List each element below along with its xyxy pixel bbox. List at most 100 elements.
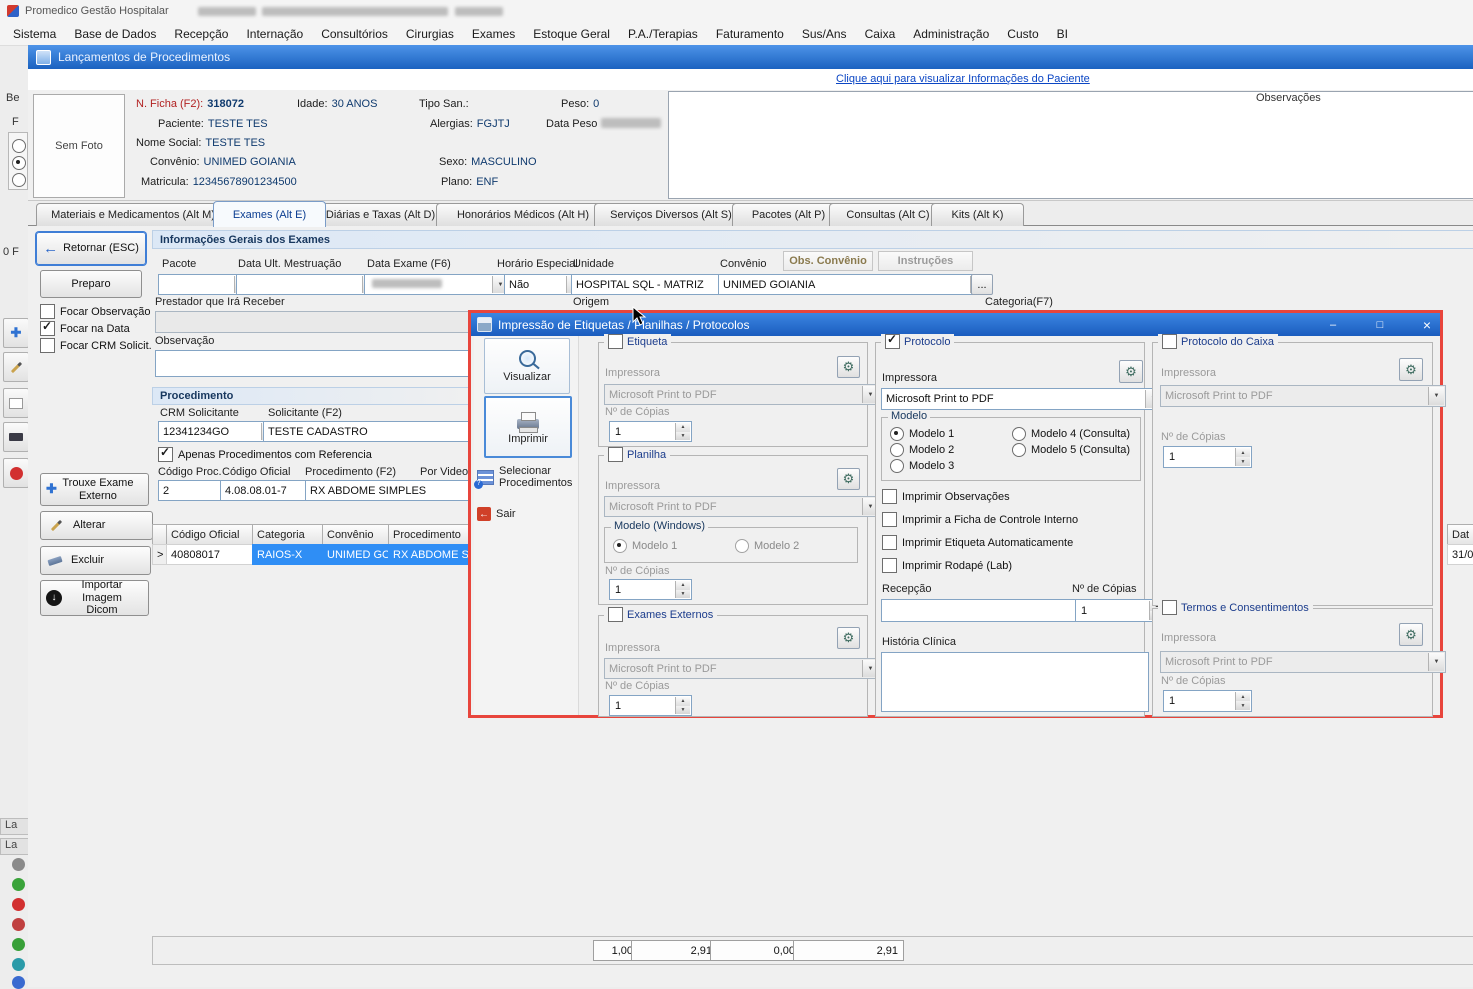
- termos-printer-settings-button[interactable]: [1399, 623, 1423, 646]
- toolbar-edit-icon[interactable]: [3, 352, 29, 382]
- exames-externos-group-title[interactable]: Exames Externos: [604, 607, 717, 622]
- menu-item-sistema[interactable]: Sistema: [4, 24, 65, 44]
- codigo-oficial-field[interactable]: 4.08.08.01-7: [220, 480, 312, 501]
- radio-icon[interactable]: [12, 139, 26, 153]
- signal-icon[interactable]: [12, 878, 25, 891]
- imprimir-ficha-controle-checkbox[interactable]: Imprimir a Ficha de Controle Interno: [882, 512, 1078, 527]
- imprimir-button[interactable]: Imprimir: [484, 396, 572, 458]
- unidade-combo[interactable]: HOSPITAL SQL - MATRIZ: [571, 274, 736, 295]
- exames-externos-printer-settings-button[interactable]: [837, 627, 860, 649]
- menu-item-faturamento[interactable]: Faturamento: [707, 24, 793, 44]
- grid-cell-codigo[interactable]: 40808017: [166, 544, 262, 565]
- toolbar-alert-icon[interactable]: [3, 458, 29, 488]
- planilha-printer-settings-button[interactable]: [837, 468, 860, 490]
- menu-item-cirurgias[interactable]: Cirurgias: [397, 24, 463, 44]
- protocolo-caixa-printer-settings-button[interactable]: [1399, 358, 1423, 381]
- protocolo-modelo2-radio[interactable]: Modelo 2: [890, 443, 954, 457]
- importar-imagem-dicom-button[interactable]: Importar Imagem Dicom: [40, 580, 149, 616]
- planilha-copies-spinner[interactable]: 1: [609, 579, 692, 600]
- menu-item-estoque-geral[interactable]: Estoque Geral: [524, 24, 619, 44]
- radio-icon[interactable]: [12, 173, 26, 187]
- protocolo-modelo4-radio[interactable]: Modelo 4 (Consulta): [1012, 427, 1130, 441]
- grid-cell-procedimento[interactable]: RX ABDOME SIM: [388, 544, 478, 565]
- etiqueta-printer-settings-button[interactable]: [837, 356, 860, 378]
- sair-button[interactable]: Sair: [477, 503, 573, 525]
- selecionar-procedimentos-button[interactable]: Selecionar Procedimentos: [477, 457, 573, 497]
- tab-consultas[interactable]: Consultas (Alt C): [829, 203, 947, 226]
- minimize-button[interactable]: [1323, 316, 1343, 333]
- menu-item-recepcao[interactable]: Recepção: [165, 24, 237, 44]
- alterar-button[interactable]: Alterar: [40, 511, 153, 540]
- protocolo-group-title[interactable]: Protocolo: [881, 334, 954, 349]
- menu-item-base-de-dados[interactable]: Base de Dados: [65, 24, 165, 44]
- menu-item-exames[interactable]: Exames: [463, 24, 524, 44]
- imprimir-observacoes-checkbox[interactable]: Imprimir Observações: [882, 489, 1010, 504]
- instrucoes-button[interactable]: Instruções: [878, 251, 973, 271]
- phone-icon[interactable]: [12, 918, 25, 931]
- grid-cell-convenio[interactable]: UNIMED GOI: [322, 544, 398, 565]
- menu-item-administracao[interactable]: Administração: [904, 24, 998, 44]
- grid-header-procedimento[interactable]: Procedimento: [388, 524, 478, 546]
- menu-item-custo[interactable]: Custo: [998, 24, 1047, 44]
- visualizar-button[interactable]: Visualizar: [484, 338, 570, 394]
- radio-icon[interactable]: [12, 156, 26, 170]
- toolbar-card-icon[interactable]: [3, 388, 29, 418]
- maximize-button[interactable]: [1370, 316, 1390, 333]
- convenio-combo[interactable]: UNIMED GOIANIA: [718, 274, 988, 295]
- observacao-field[interactable]: [155, 350, 475, 377]
- grid-header-convenio[interactable]: Convênio: [322, 524, 398, 546]
- protocolo-printer-combo[interactable]: Microsoft Print to PDF: [881, 388, 1163, 410]
- close-button[interactable]: [1417, 316, 1437, 333]
- grid-header-categoria[interactable]: Categoria: [252, 524, 332, 546]
- procedimento-field[interactable]: RX ABDOME SIMPLES: [305, 480, 475, 501]
- globe-icon[interactable]: [12, 958, 25, 971]
- grid-header-data[interactable]: Dat: [1447, 524, 1473, 546]
- imprimir-rodape-lab-checkbox[interactable]: Imprimir Rodapé (Lab): [882, 558, 1012, 573]
- historia-clinica-textarea[interactable]: [881, 652, 1149, 712]
- etiqueta-group-title[interactable]: Etiqueta: [604, 334, 671, 349]
- emergency-cross-icon[interactable]: [12, 898, 25, 911]
- tab-materiais-e-medicamentos[interactable]: Materiais e Medicamentos (Alt M): [36, 203, 230, 226]
- protocolo-modelo1-radio[interactable]: Modelo 1: [890, 427, 954, 441]
- protocolo-printer-settings-button[interactable]: [1119, 360, 1143, 383]
- toolbar-print-icon[interactable]: [3, 422, 29, 452]
- data-ult-mestruacao-combo[interactable]: [236, 274, 380, 295]
- planilha-group-title[interactable]: Planilha: [604, 447, 670, 462]
- apenas-referencia-checkbox[interactable]: Apenas Procedimentos com Referencia: [158, 447, 372, 462]
- menu-item-bi[interactable]: BI: [1048, 24, 1077, 44]
- focar-crm-checkbox[interactable]: Focar CRM Solicit.: [40, 338, 152, 353]
- preparo-button[interactable]: Preparo: [40, 270, 142, 298]
- recepcao-field[interactable]: [881, 599, 1077, 622]
- tab-exames[interactable]: Exames (Alt E): [213, 201, 326, 227]
- termos-group-title[interactable]: Termos e Consentimentos: [1158, 600, 1313, 615]
- tab-diarias-e-taxas[interactable]: Diárias e Taxas (Alt D): [309, 203, 452, 226]
- menu-item-pa-terapias[interactable]: P.A./Terapias: [619, 24, 707, 44]
- grid-cell-data[interactable]: 31/0: [1447, 544, 1473, 565]
- protocolo-modelo5-radio[interactable]: Modelo 5 (Consulta): [1012, 443, 1130, 457]
- crm-solicitante-combo[interactable]: 12341234GO: [158, 421, 279, 442]
- health-icon[interactable]: [12, 938, 25, 951]
- focar-na-data-checkbox[interactable]: Focar na Data: [40, 321, 130, 336]
- exames-externos-copies-spinner[interactable]: 1: [609, 695, 692, 716]
- people-icon[interactable]: [12, 858, 25, 871]
- termos-copies-spinner[interactable]: 1: [1163, 690, 1252, 712]
- tab-servicos-diversos[interactable]: Serviços Diversos (Alt S): [594, 203, 748, 226]
- menu-item-sus-ans[interactable]: Sus/Ans: [793, 24, 856, 44]
- retornar-button[interactable]: Retornar (ESC): [36, 232, 146, 265]
- protocolo-modelo3-radio[interactable]: Modelo 3: [890, 459, 954, 473]
- menu-item-internacao[interactable]: Internação: [237, 24, 312, 44]
- patient-info-link[interactable]: Clique aqui para visualizar Informações …: [836, 73, 1090, 85]
- app-tray-icon[interactable]: [12, 976, 25, 989]
- solicitante-field[interactable]: TESTE CADASTRO: [263, 421, 475, 442]
- tab-kits[interactable]: Kits (Alt K): [931, 203, 1024, 226]
- focar-observacao-checkbox[interactable]: Focar Observação: [40, 304, 150, 319]
- grid-cell-categoria[interactable]: RAIOS-X: [252, 544, 332, 565]
- excluir-button[interactable]: Excluir: [40, 546, 151, 575]
- convenio-browse-button[interactable]: ...: [971, 274, 993, 295]
- protocolo-caixa-copies-spinner[interactable]: 1: [1163, 446, 1252, 468]
- toolbar-add-icon[interactable]: [3, 318, 29, 348]
- menu-item-consultorios[interactable]: Consultórios: [312, 24, 397, 44]
- menu-item-caixa[interactable]: Caixa: [856, 24, 905, 44]
- trouxe-exame-externo-button[interactable]: Trouxe Exame Externo: [40, 473, 149, 506]
- etiqueta-copies-spinner[interactable]: 1: [609, 421, 692, 442]
